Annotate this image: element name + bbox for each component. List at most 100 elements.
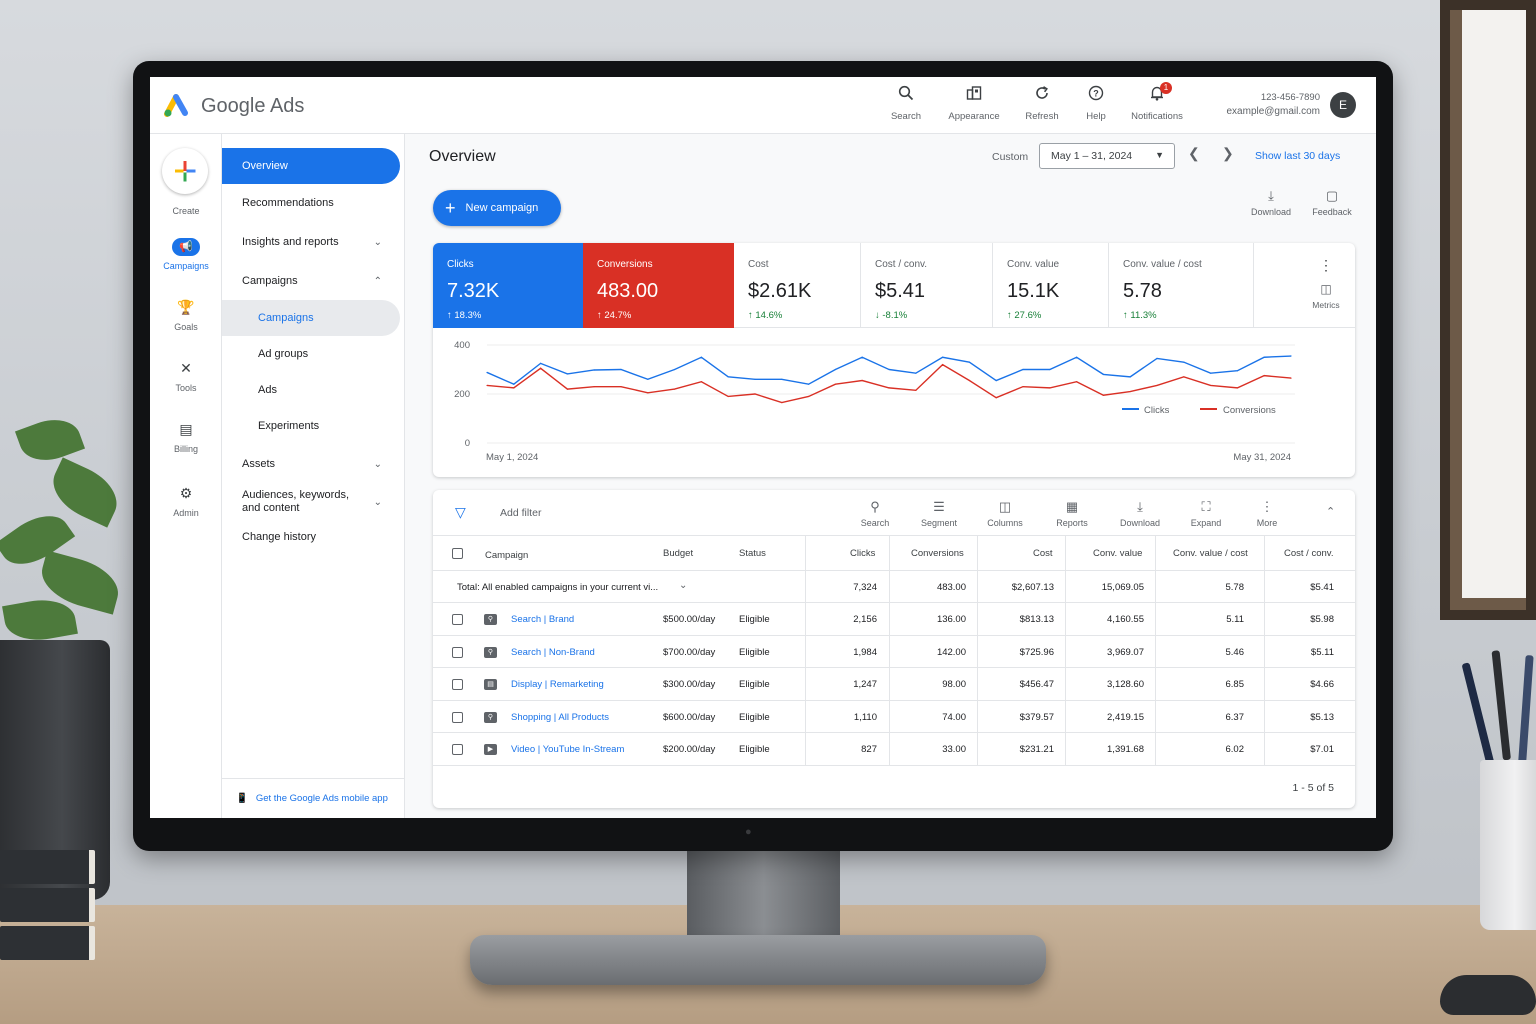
- table-total-row: Total: All enabled campaigns in your cur…: [433, 571, 1355, 603]
- new-campaign-button[interactable]: + New campaign: [433, 190, 561, 226]
- table-row[interactable]: ▤ Display | Remarketing $300.00/day Eligibl…: [433, 668, 1355, 701]
- row-checkbox[interactable]: [452, 646, 463, 658]
- download-button[interactable]: ⤓ Download: [1246, 187, 1296, 217]
- mobile-app-link[interactable]: 📱 Get the Google Ads mobile app: [222, 778, 405, 818]
- data-point-clicks: [754, 378, 756, 380]
- data-point-clicks: [1049, 368, 1051, 371]
- header-budget[interactable]: Budget: [663, 548, 693, 559]
- nav-item-campaigns[interactable]: Campaigns: [222, 300, 400, 336]
- date-range-select[interactable]: May 1 – 31, 2024 ▼: [1039, 143, 1175, 169]
- select-all-checkbox[interactable]: [452, 548, 463, 559]
- appearance-icon: [939, 85, 1009, 107]
- scorecard-clicks[interactable]: Clicks 7.32K ↑ 18.3%: [433, 243, 583, 328]
- rail-item-billing[interactable]: ▤ Billing: [150, 420, 222, 454]
- row-checkbox[interactable]: [452, 711, 463, 723]
- create-button[interactable]: [162, 148, 208, 194]
- chevron-down-icon[interactable]: ⌄: [679, 580, 687, 591]
- nav-item-change-history[interactable]: Change history: [222, 519, 400, 555]
- table-row[interactable]: ⚲ Search | Brand $500.00/day Eligible 2,156 1…: [433, 603, 1355, 636]
- previous-period-button[interactable]: ❮: [1188, 145, 1200, 162]
- topbar-appearance-button[interactable]: Appearance: [939, 85, 1009, 122]
- topbar-notifications-button[interactable]: 1 Notifications: [1122, 82, 1192, 122]
- header-conversions[interactable]: Conversions: [911, 548, 964, 559]
- scorecard-conv-value[interactable]: Conv. value 15.1K ↑ 27.6%: [993, 243, 1109, 328]
- data-point-clicks: [647, 378, 649, 380]
- table-search-button[interactable]: ⚲ Search: [847, 498, 903, 528]
- columns-button[interactable]: ◫ Columns: [977, 498, 1033, 528]
- rail-item-campaigns[interactable]: 📢 Campaigns: [150, 237, 222, 271]
- table-row[interactable]: ⚲ Search | Non-Brand $700.00/day Eligible 1,…: [433, 636, 1355, 668]
- chevron-down-icon: ⌄: [373, 496, 382, 508]
- rail-item-tools[interactable]: ✕ Tools: [150, 359, 222, 393]
- table-download-button[interactable]: ⤓ Download: [1112, 498, 1168, 528]
- rail-item-admin[interactable]: ⚙ Admin: [150, 484, 222, 518]
- campaign-name-link[interactable]: Search | Non-Brand: [511, 647, 595, 658]
- rail-item-goals[interactable]: 🏆 Goals: [150, 298, 222, 332]
- data-point-clicks: [1022, 368, 1024, 371]
- nav-item-assets[interactable]: Assets ⌄: [222, 446, 400, 482]
- campaign-budget[interactable]: $700.00/day: [663, 647, 715, 658]
- campaign-name-link[interactable]: Video | YouTube In-Stream: [511, 744, 624, 755]
- total-label[interactable]: Total: All enabled campaigns in your cur…: [457, 582, 658, 593]
- campaign-name-link[interactable]: Search | Brand: [511, 614, 574, 625]
- table-row[interactable]: ⚲ Shopping | All Products $600.00/day Eligi…: [433, 701, 1355, 733]
- phone-icon: 📱: [236, 793, 248, 804]
- data-point-clicks: [861, 356, 863, 358]
- scorecard-conversions[interactable]: Conversions 483.00 ↑ 24.7%: [583, 243, 734, 328]
- show-last-30-days-link[interactable]: Show last 30 days: [1255, 150, 1340, 162]
- segment-button[interactable]: ☰ Segment: [911, 498, 967, 528]
- tools-icon: ✕: [180, 360, 192, 376]
- header-campaign[interactable]: Campaign: [485, 550, 528, 561]
- monitor-stand-neck: [687, 851, 840, 943]
- scorecard-cost[interactable]: Cost $2.61K ↑ 14.6%: [734, 243, 861, 328]
- nav-item-insights[interactable]: Insights and reports ⌄: [222, 224, 400, 260]
- feedback-button[interactable]: ▢ Feedback: [1307, 187, 1357, 217]
- table-row[interactable]: ▶ Video | YouTube In-Stream $200.00/day Eli…: [433, 733, 1355, 766]
- campaign-name-link[interactable]: Display | Remarketing: [511, 679, 604, 690]
- header-conv-value[interactable]: Conv. value: [1093, 548, 1142, 559]
- scorecard-conv-value-per-cost[interactable]: Conv. value / cost 5.78 ↑ 11.3%: [1109, 243, 1254, 328]
- nav-item-campaigns-group[interactable]: Campaigns ⌃: [222, 263, 400, 299]
- nav-item-ads[interactable]: Ads: [222, 372, 400, 408]
- metrics-button[interactable]: ⋮ ◫ Metrics: [1301, 257, 1351, 310]
- campaign-budget[interactable]: $500.00/day: [663, 614, 715, 625]
- feedback-icon: ▢: [1325, 188, 1339, 203]
- total-conversions: 483.00: [936, 582, 966, 593]
- header-status[interactable]: Status: [739, 548, 766, 559]
- campaign-budget[interactable]: $200.00/day: [663, 744, 715, 755]
- nav-item-overview[interactable]: Overview: [222, 148, 400, 184]
- data-point-conversions: [1183, 376, 1185, 378]
- campaign-name-link[interactable]: Shopping | All Products: [511, 712, 609, 723]
- reports-button[interactable]: ▦ Reports: [1044, 498, 1100, 528]
- campaign-budget[interactable]: $600.00/day: [663, 712, 715, 723]
- filter-icon[interactable]: ▽: [455, 504, 466, 521]
- avatar[interactable]: E: [1330, 92, 1356, 118]
- account-info[interactable]: 123-456-7890 example@gmail.com: [1210, 92, 1320, 117]
- campaign-cost-conv: $5.11: [1310, 646, 1334, 658]
- header-cost-conv[interactable]: Cost / conv.: [1284, 548, 1333, 559]
- data-point-clicks: [1290, 355, 1292, 357]
- header-clicks[interactable]: Clicks: [850, 548, 875, 559]
- scorecard-cost-per-conv[interactable]: Cost / conv. $5.41 ↓ -8.1%: [861, 243, 993, 328]
- topbar-help-button[interactable]: ? Help: [1061, 85, 1131, 122]
- campaign-cost-conv: $5.13: [1310, 711, 1334, 723]
- add-filter-input[interactable]: Add filter: [500, 507, 541, 519]
- campaign-budget[interactable]: $300.00/day: [663, 679, 715, 690]
- collapse-chevron-icon[interactable]: ⌃: [1326, 505, 1335, 518]
- nav-item-ad-groups[interactable]: Ad groups: [222, 336, 400, 372]
- next-period-button[interactable]: ❯: [1222, 145, 1234, 162]
- header-cost[interactable]: Cost: [1033, 548, 1053, 559]
- header-conv-value-cost[interactable]: Conv. value / cost: [1173, 548, 1248, 559]
- expand-button[interactable]: ⛶ Expand: [1178, 498, 1234, 528]
- row-checkbox[interactable]: [452, 744, 463, 755]
- metrics-label: Metrics: [1312, 300, 1340, 310]
- nav-item-experiments[interactable]: Experiments: [222, 408, 400, 444]
- nav-item-audiences[interactable]: Audiences, keywords, and content ⌄: [222, 484, 400, 520]
- nav-item-recommendations[interactable]: Recommendations: [222, 185, 400, 221]
- more-button[interactable]: ⋮ More: [1239, 498, 1295, 528]
- row-checkbox[interactable]: [452, 679, 463, 690]
- topbar-search-button[interactable]: Search: [871, 85, 941, 122]
- row-checkbox[interactable]: [452, 614, 463, 625]
- google-ads-logo-icon[interactable]: [164, 93, 192, 117]
- campaign-clicks: 827: [861, 744, 877, 755]
